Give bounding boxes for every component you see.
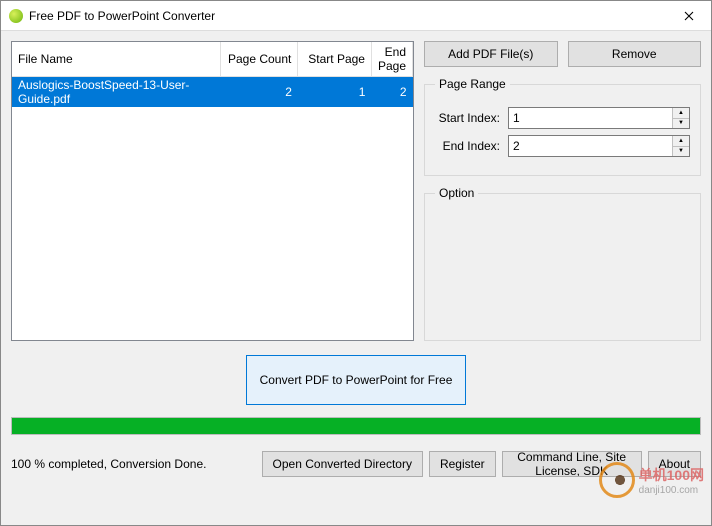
app-icon [9,9,23,23]
start-index-down[interactable]: ▼ [673,119,689,129]
start-index-input[interactable] [509,108,672,128]
end-index-label: End Index: [435,139,500,153]
file-table[interactable]: File Name Page Count Start Page End Page… [11,41,414,341]
status-text: 100 % completed, Conversion Done. [11,457,256,471]
option-group: Option [424,186,701,341]
table-row[interactable]: Auslogics-BoostSpeed-13-User-Guide.pdf 2… [12,77,413,108]
page-range-legend: Page Range [435,77,510,91]
open-directory-button[interactable]: Open Converted Directory [262,451,423,477]
end-index-input[interactable] [509,136,672,156]
progress-fill [12,418,700,434]
remove-button[interactable]: Remove [568,41,702,67]
start-index-up[interactable]: ▲ [673,108,689,119]
cell-startpage: 1 [298,77,372,108]
about-button[interactable]: About [648,451,701,477]
command-line-button[interactable]: Command Line, Site License, SDK [502,451,642,477]
start-index-label: Start Index: [435,111,500,125]
col-pagecount[interactable]: Page Count [220,42,298,77]
close-button[interactable] [667,1,711,30]
end-index-down[interactable]: ▼ [673,147,689,157]
option-legend: Option [435,186,478,200]
cell-pagecount: 2 [220,77,298,108]
end-index-spinner[interactable]: ▲ ▼ [508,135,690,157]
progress-bar [11,417,701,435]
cell-endpage: 2 [371,77,412,108]
close-icon [684,11,694,21]
col-endpage[interactable]: End Page [371,42,412,77]
add-pdf-button[interactable]: Add PDF File(s) [424,41,558,67]
convert-button[interactable]: Convert PDF to PowerPoint for Free [246,355,466,405]
page-range-group: Page Range Start Index: ▲ ▼ End Index: [424,77,701,176]
start-index-spinner[interactable]: ▲ ▼ [508,107,690,129]
table-header-row: File Name Page Count Start Page End Page [12,42,413,77]
end-index-up[interactable]: ▲ [673,136,689,147]
register-button[interactable]: Register [429,451,496,477]
cell-filename: Auslogics-BoostSpeed-13-User-Guide.pdf [12,77,220,108]
col-filename[interactable]: File Name [12,42,220,77]
window-title: Free PDF to PowerPoint Converter [29,9,667,23]
col-startpage[interactable]: Start Page [298,42,372,77]
